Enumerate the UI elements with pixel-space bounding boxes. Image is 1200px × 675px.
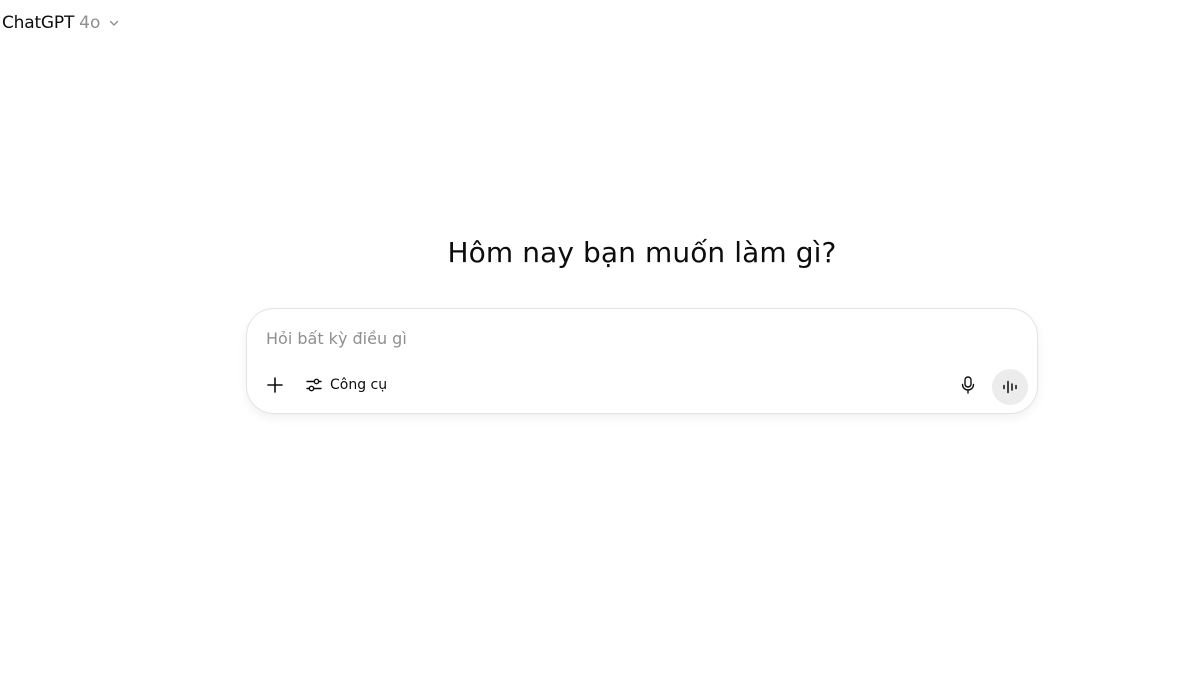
chevron-down-icon <box>107 16 121 30</box>
voice-mode-button[interactable] <box>992 369 1028 405</box>
model-switcher[interactable]: ChatGPT 4o <box>2 10 121 36</box>
chat-page: ChatGPT 4o Hôm nay bạn muốn làm gì? Hỏi … <box>0 0 1200 675</box>
tools-button[interactable]: Công cụ <box>301 371 391 399</box>
prompt-input[interactable] <box>266 325 1006 351</box>
page-title: Hôm nay bạn muốn làm gì? <box>447 236 837 269</box>
tools-label: Công cụ <box>330 377 388 393</box>
dictate-button[interactable] <box>954 371 982 399</box>
microphone-icon <box>959 375 977 395</box>
model-name: ChatGPT <box>2 13 75 33</box>
attach-button[interactable] <box>261 371 289 399</box>
prompt-composer: Công cụ <box>246 308 1038 414</box>
plus-icon <box>265 375 285 395</box>
voice-waveform-icon <box>1001 378 1019 396</box>
model-version: 4o <box>79 13 101 33</box>
sliders-icon <box>305 376 323 394</box>
